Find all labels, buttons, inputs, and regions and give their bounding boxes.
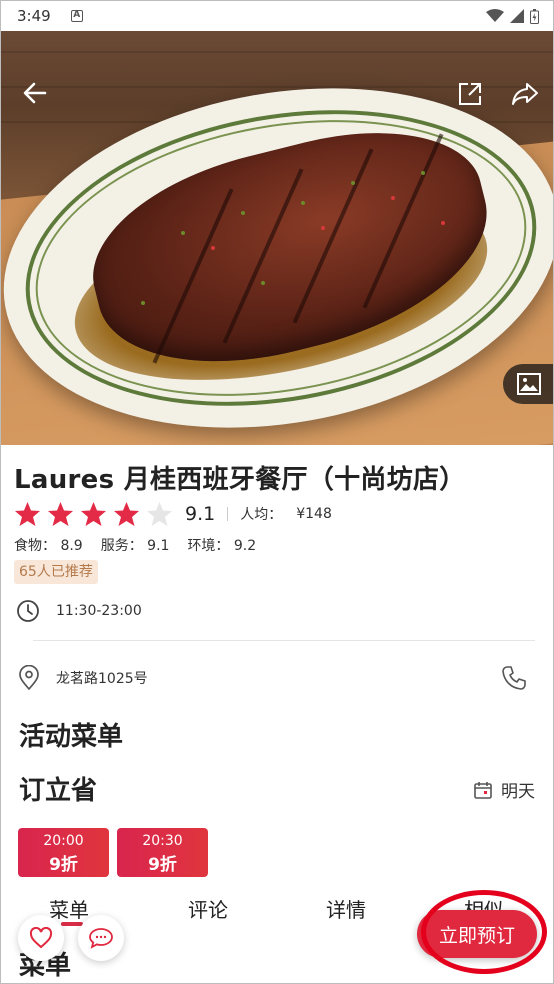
service-score: 服务： 9.1 [101, 535, 170, 555]
status-icons [486, 8, 539, 24]
garnish [351, 181, 355, 185]
garnish [391, 196, 395, 200]
opening-hours: 11:30-23:00 [56, 603, 142, 619]
section-divider [33, 640, 535, 641]
service-score-label: 服务： [100, 538, 143, 554]
environment-score-value: 9.2 [233, 538, 257, 554]
tab-menu[interactable]: 菜单 [49, 894, 89, 923]
open-external-button[interactable] [457, 81, 483, 107]
garnish [321, 226, 325, 230]
slot-discount: 9折 [49, 855, 78, 875]
wifi-icon [486, 9, 504, 22]
address-row[interactable]: 龙茗路1025号 [18, 665, 148, 691]
back-button[interactable] [21, 79, 49, 107]
garnish [421, 171, 425, 175]
address-text: 龙茗路1025号 [56, 671, 148, 687]
rating-score: 9.1 [185, 503, 216, 525]
date-label: 明天 [501, 782, 535, 802]
booking-title: 订立省 [19, 776, 98, 806]
status-time: 3:49 [17, 7, 51, 25]
clock-icon [17, 600, 39, 622]
garnish [301, 201, 305, 205]
slot-time: 20:30 [142, 833, 183, 849]
food-score-value: 8.9 [60, 538, 83, 554]
star-filled-icon [114, 502, 139, 526]
recommend-badge: 65人已推荐 [14, 560, 98, 584]
environment-score: 环境： 9.2 [187, 535, 256, 555]
star-rating [14, 501, 179, 527]
garnish [261, 281, 265, 285]
book-now-button[interactable]: 立即预订 [417, 910, 537, 958]
back-arrow-icon [23, 82, 47, 104]
time-slot[interactable]: 20:00 9折 [18, 828, 109, 877]
share-button[interactable] [511, 81, 539, 107]
rating-row: 9.1 人均： ¥148 [14, 501, 332, 527]
time-slot[interactable]: 20:30 9折 [117, 828, 208, 877]
calendar-icon [474, 781, 492, 799]
app-screen: 3:49 A Laures 月桂西班牙餐厅（十尚坊店） 9.1 人均： ¥148… [0, 0, 554, 984]
star-empty-icon [147, 502, 172, 526]
star-filled-icon [81, 502, 106, 526]
star-filled-icon [48, 502, 73, 526]
status-bar: 3:49 A [1, 1, 553, 31]
open-external-icon [459, 83, 481, 105]
divider [227, 507, 229, 521]
garnish [211, 246, 215, 250]
restaurant-name: Laures 月桂西班牙餐厅（十尚坊店） [14, 465, 466, 495]
hours-row: 11:30-23:00 [16, 599, 142, 623]
avg-price-label: 人均： [240, 507, 283, 523]
tab-details[interactable]: 详情 [326, 894, 366, 923]
location-pin-icon [19, 665, 39, 691]
wood-grain [1, 51, 553, 53]
image-gallery-icon [517, 373, 541, 395]
battery-icon [530, 8, 539, 24]
heart-icon [29, 927, 53, 949]
tab-reviews[interactable]: 评论 [188, 894, 228, 923]
activity-menu-title: 活动菜单 [19, 722, 124, 752]
comment-button[interactable] [78, 915, 124, 961]
sim-indicator-icon: A [70, 10, 83, 22]
food-score-label: 食物： [14, 538, 56, 554]
garnish [241, 211, 245, 215]
garnish [181, 231, 185, 235]
garnish [441, 221, 445, 225]
avg-price-value: ¥148 [296, 506, 332, 522]
call-button[interactable] [501, 665, 527, 695]
environment-score-label: 环境： [187, 538, 230, 554]
favorite-button[interactable] [18, 915, 64, 961]
date-picker[interactable]: 明天 [473, 777, 535, 802]
slot-discount: 9折 [148, 855, 177, 875]
food-score: 食物： 8.9 [14, 535, 83, 555]
gallery-button[interactable] [503, 364, 553, 404]
sub-scores: 食物： 8.9 服务： 9.1 环境： 9.2 [14, 535, 256, 555]
chat-bubble-icon [89, 928, 113, 949]
share-icon [512, 83, 538, 105]
phone-icon [502, 666, 526, 690]
restaurant-photo[interactable] [1, 31, 553, 445]
star-filled-icon [15, 502, 40, 526]
active-tab-indicator [61, 922, 83, 926]
slot-time: 20:00 [43, 833, 84, 849]
service-score-value: 9.1 [147, 538, 170, 554]
garnish [141, 301, 145, 305]
signal-icon [510, 9, 524, 23]
